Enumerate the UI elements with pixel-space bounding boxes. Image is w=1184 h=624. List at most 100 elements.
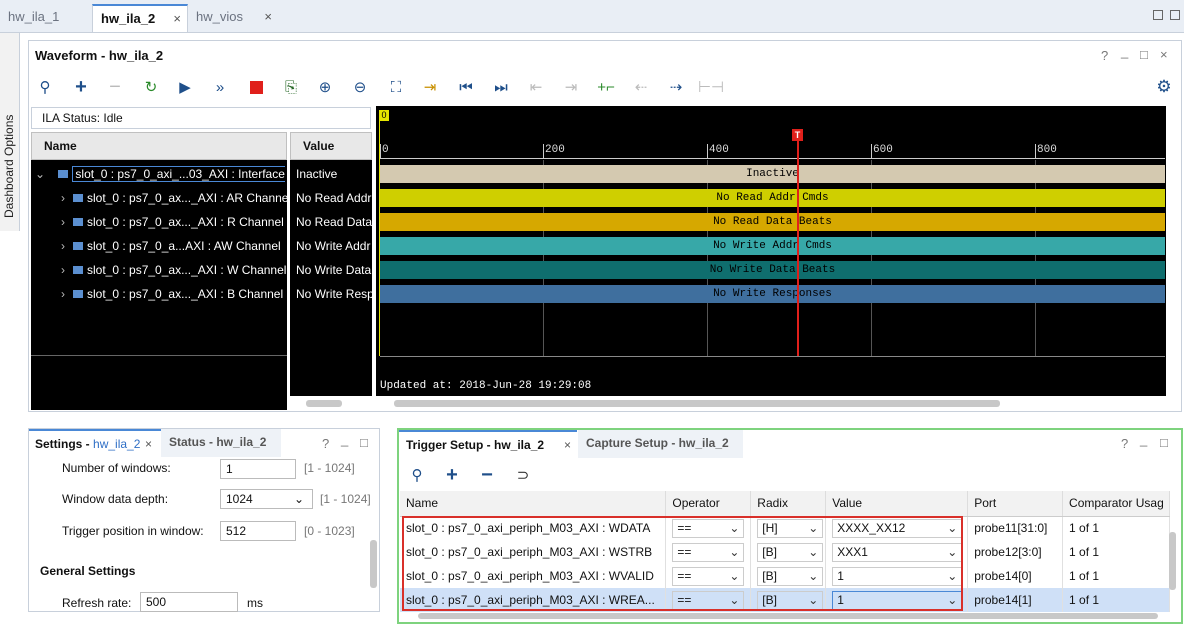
add-icon[interactable]: + <box>70 76 92 98</box>
waveform-bar[interactable]: No Read Data Beats <box>380 213 1165 231</box>
range-hint: [0 - 1023] <box>304 524 355 538</box>
waveform-bar[interactable]: No Write Responses <box>380 285 1165 303</box>
dashboard-options-sidebar[interactable]: Dashboard Options <box>0 33 20 231</box>
column-header[interactable]: Name <box>400 491 667 517</box>
vertical-scrollbar[interactable] <box>1169 532 1176 590</box>
search-icon[interactable]: ⚲ <box>34 76 56 98</box>
chevron-right-icon[interactable]: › <box>61 239 65 253</box>
list-item[interactable]: › slot_0 : ps7_0_ax..._AXI : R Channel <box>61 210 287 234</box>
tab-hw-ila-2[interactable]: hw_ila_2 × <box>92 4 188 32</box>
tick-label: 800 <box>1037 144 1057 156</box>
minimize-icon[interactable]: _ <box>1121 44 1128 59</box>
chevron-right-icon[interactable]: › <box>61 287 65 301</box>
waveform-bar[interactable]: No Read Addr Cmds <box>380 189 1165 207</box>
horizontal-scrollbar[interactable] <box>418 613 1158 619</box>
remove-probe-icon[interactable]: − <box>476 464 498 486</box>
stop-icon[interactable] <box>245 76 267 98</box>
minimize-icon[interactable]: _ <box>1140 432 1147 447</box>
waveform-bar[interactable]: Inactive <box>380 165 1165 183</box>
tick-mark <box>543 144 544 158</box>
chevron-right-icon[interactable]: › <box>61 215 65 229</box>
tab-hw-vios[interactable]: hw_vios × <box>188 4 278 32</box>
next-transition-icon[interactable]: ⇥ <box>560 76 582 98</box>
list-item[interactable]: › slot_0 : ps7_0_ax..._AXI : B Channel <box>61 282 287 306</box>
tick-label: 0 <box>382 144 389 156</box>
trigger-cursor[interactable] <box>797 141 799 356</box>
close-icon[interactable]: × <box>1160 47 1168 62</box>
zoom-out-icon[interactable]: ⊖ <box>349 76 371 98</box>
add-marker-icon[interactable]: +⌐ <box>595 76 617 98</box>
chevron-right-icon[interactable]: › <box>61 191 65 205</box>
go-to-cursor-icon[interactable]: ⇥ <box>419 76 441 98</box>
help-icon[interactable]: ? <box>322 436 329 451</box>
list-item[interactable]: › slot_0 : ps7_0_ax..._AXI : AR Channel <box>61 186 287 210</box>
maximize-icon[interactable]: □ <box>360 435 368 450</box>
tab-capture-setup[interactable]: Capture Setup - hw_ila_2 <box>578 430 743 458</box>
sidebar-label: Dashboard Options <box>2 114 16 218</box>
search-icon[interactable]: ⚲ <box>406 464 428 486</box>
waveform-bar[interactable]: No Write Data Beats <box>380 261 1165 279</box>
run-trigger-icon[interactable]: ▶ <box>174 76 196 98</box>
trigger-condition-icon[interactable]: ⊃ <box>512 464 534 486</box>
close-icon[interactable]: × <box>145 431 152 457</box>
trigger-marker-icon[interactable]: T <box>792 129 803 141</box>
column-header[interactable]: Value <box>825 491 969 517</box>
bar-label: No Write Data Beats <box>709 264 836 276</box>
value-column-header[interactable]: Value <box>290 132 372 160</box>
trigger-position-input[interactable]: 512 <box>220 521 296 541</box>
window-data-depth-select[interactable]: 1024 ⌄ <box>220 489 313 509</box>
chevron-down-icon[interactable]: ⌄ <box>35 167 45 181</box>
minimize-icon[interactable]: _ <box>341 432 348 447</box>
zoom-in-icon[interactable]: ⊕ <box>314 76 336 98</box>
name-column-header[interactable]: Name <box>31 132 287 160</box>
zoom-fit-icon[interactable]: ⛶ <box>385 76 407 98</box>
row-value: No Write Data <box>296 263 372 277</box>
horizontal-scrollbar[interactable] <box>394 400 1000 407</box>
go-to-start-icon[interactable]: ⏮ <box>455 76 477 98</box>
tick-mark <box>707 144 708 158</box>
swap-cursors-icon[interactable]: ⊢⊣ <box>698 76 724 98</box>
waveform-title: Waveform - hw_ila_2 <box>35 48 164 63</box>
help-icon[interactable]: ? <box>1121 436 1128 451</box>
export-icon[interactable]: ⎘ <box>280 76 302 98</box>
run-immediate-icon[interactable]: » <box>209 76 231 98</box>
tab-status[interactable]: Status - hw_ila_2 <box>161 429 281 457</box>
tab-settings[interactable]: Settings - hw_ila_2 × <box>29 429 161 457</box>
refresh-rate-input[interactable]: 500 <box>140 592 238 612</box>
next-marker-icon[interactable]: ⇢ <box>665 76 687 98</box>
tab-hw-ila-1[interactable]: hw_ila_1 <box>0 4 92 32</box>
help-icon[interactable]: ? <box>1101 48 1108 63</box>
horizontal-scrollbar[interactable] <box>306 400 342 407</box>
column-header[interactable]: Comparator Usag <box>1062 491 1170 517</box>
previous-transition-icon[interactable]: ⇤ <box>525 76 547 98</box>
list-item[interactable]: ⌄ slot_0 : ps7_0_axi_...03_AXI : Interfa… <box>35 162 285 186</box>
go-to-end-icon[interactable]: ⏭ <box>490 76 512 98</box>
remove-icon[interactable]: − <box>104 76 126 98</box>
range-hint: [1 - 1024] <box>320 492 371 506</box>
list-item[interactable]: › slot_0 : ps7_0_a...AXI : AW Channel <box>61 234 287 258</box>
add-probe-icon[interactable]: + <box>441 464 463 486</box>
restore-icon[interactable] <box>1153 10 1163 20</box>
bar-label: No Write Addr Cmds <box>713 240 832 252</box>
vertical-scrollbar[interactable] <box>370 540 377 588</box>
maximize-icon[interactable] <box>1170 10 1180 20</box>
maximize-icon[interactable]: □ <box>1140 47 1148 62</box>
gear-icon[interactable]: ⚙ <box>1153 76 1175 98</box>
refresh-icon[interactable]: ↻ <box>140 76 162 98</box>
row-name: slot_0 : ps7_0_axi_...03_AXI : Interface <box>72 166 285 182</box>
close-icon[interactable]: × <box>564 432 571 458</box>
maximize-icon[interactable]: □ <box>1160 435 1168 450</box>
waveform-bar[interactable]: No Write Addr Cmds <box>380 237 1165 255</box>
close-icon[interactable]: × <box>264 4 272 30</box>
list-item[interactable]: › slot_0 : ps7_0_ax..._AXI : W Channel <box>61 258 287 282</box>
column-header[interactable]: Port <box>967 491 1064 517</box>
close-icon[interactable]: × <box>173 6 181 32</box>
number-of-windows-input[interactable]: 1 <box>220 459 296 479</box>
tab-trigger-setup[interactable]: Trigger Setup - hw_ila_2 × <box>399 430 577 458</box>
column-header[interactable]: Operator <box>665 491 752 517</box>
tick-mark <box>380 144 381 158</box>
previous-marker-icon[interactable]: ⇠ <box>630 76 652 98</box>
highlight-box <box>402 516 963 611</box>
chevron-right-icon[interactable]: › <box>61 263 65 277</box>
column-header[interactable]: Radix <box>750 491 827 517</box>
